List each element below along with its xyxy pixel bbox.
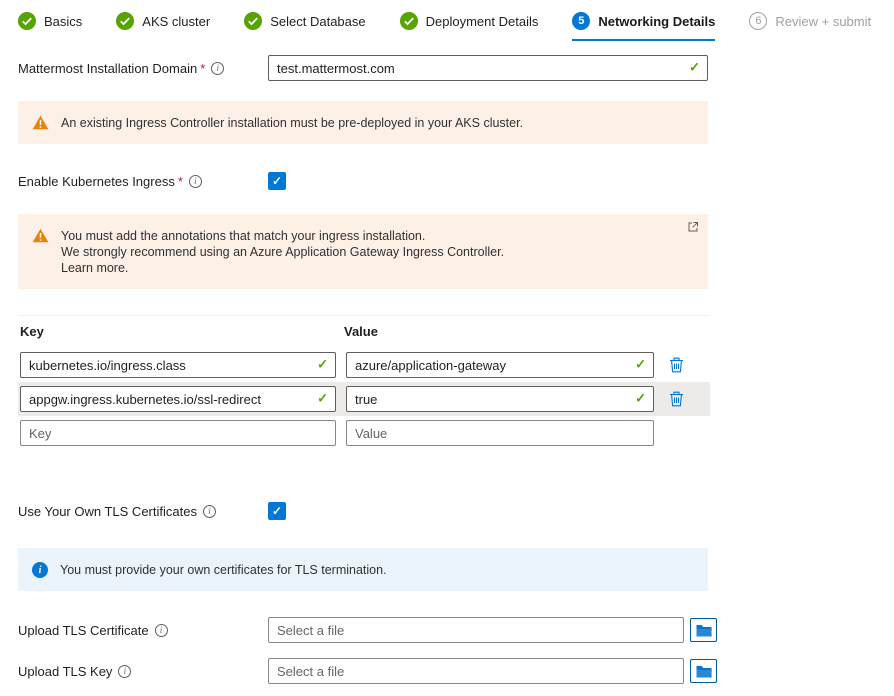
- enable-ingress-label: Enable Kubernetes Ingress * i: [18, 174, 268, 189]
- annotation-key-input-empty[interactable]: [20, 420, 336, 446]
- step-number-badge: 6: [749, 12, 767, 30]
- tab-label: Deployment Details: [426, 14, 539, 29]
- tab-networking-details[interactable]: 5 Networking Details: [572, 12, 715, 41]
- info-glyph: i: [124, 667, 127, 676]
- info-icon[interactable]: i: [118, 665, 131, 678]
- popout-icon[interactable]: [688, 222, 698, 232]
- enable-ingress-row: Enable Kubernetes Ingress * i ✓: [18, 172, 894, 190]
- tls-certificate-file-input[interactable]: [268, 617, 684, 643]
- annotation-key-input[interactable]: [20, 386, 336, 412]
- value-input-wrap: ✓: [346, 386, 654, 412]
- annotation-value-input[interactable]: [346, 352, 654, 378]
- tab-review-submit[interactable]: 6 Review + submit: [749, 12, 871, 41]
- warning-line-1: You must add the annotations that match …: [61, 228, 504, 244]
- warning-triangle-icon: [32, 114, 49, 130]
- info-glyph: i: [39, 565, 42, 576]
- domain-input[interactable]: [268, 55, 708, 81]
- label-text: Upload TLS Certificate: [18, 623, 149, 638]
- delete-row-button[interactable]: [666, 355, 687, 375]
- tab-label: Review + submit: [775, 14, 871, 29]
- check-circle-icon: [400, 12, 418, 30]
- info-icon[interactable]: i: [211, 62, 224, 75]
- check-circle-icon: [18, 12, 36, 30]
- check-circle-icon: [116, 12, 134, 30]
- annotation-key-input[interactable]: [20, 352, 336, 378]
- checkbox-check-icon: ✓: [272, 175, 282, 187]
- browse-file-button[interactable]: [690, 659, 717, 683]
- upload-key-row: Upload TLS Key i: [18, 658, 894, 684]
- key-input-wrap: ✓: [20, 352, 336, 378]
- table-row-empty: [18, 416, 710, 450]
- info-glyph: i: [208, 507, 211, 516]
- ingress-warning-banner: An existing Ingress Controller installat…: [18, 101, 708, 144]
- wizard-tabs: Basics AKS cluster Select Database Deplo…: [0, 0, 894, 41]
- annotation-value-input-empty[interactable]: [346, 420, 654, 446]
- info-text: You must provide your own certificates f…: [60, 561, 387, 578]
- learn-more-link[interactable]: Learn more.: [61, 260, 504, 276]
- required-asterisk: *: [178, 174, 183, 189]
- upload-cert-row: Upload TLS Certificate i: [18, 617, 894, 643]
- info-icon[interactable]: i: [155, 624, 168, 637]
- info-icon[interactable]: i: [203, 505, 216, 518]
- step-number-badge: 5: [572, 12, 590, 30]
- info-icon[interactable]: i: [189, 175, 202, 188]
- warning-text: An existing Ingress Controller installat…: [61, 114, 523, 131]
- check-circle-icon: [244, 12, 262, 30]
- annotations-table-header: Key Value: [18, 315, 710, 348]
- tab-aks-cluster[interactable]: AKS cluster: [116, 12, 210, 41]
- table-row: ✓ ✓: [18, 348, 710, 382]
- tab-label: AKS cluster: [142, 14, 210, 29]
- domain-field-label: Mattermost Installation Domain * i: [18, 61, 268, 76]
- tab-deployment-details[interactable]: Deployment Details: [400, 12, 539, 41]
- tls-key-file-input[interactable]: [268, 658, 684, 684]
- label-text: Use Your Own TLS Certificates: [18, 504, 197, 519]
- upload-cert-label: Upload TLS Certificate i: [18, 623, 268, 638]
- warning-triangle-icon: [32, 227, 49, 243]
- tab-label: Select Database: [270, 14, 365, 29]
- tls-toggle-row: Use Your Own TLS Certificates i ✓: [18, 502, 894, 520]
- label-text: Mattermost Installation Domain: [18, 61, 197, 76]
- annotations-table: Key Value ✓ ✓ ✓ ✓: [18, 315, 710, 450]
- tls-toggle-label: Use Your Own TLS Certificates i: [18, 504, 268, 519]
- required-asterisk: *: [200, 61, 205, 76]
- checkbox-check-icon: ✓: [272, 505, 282, 517]
- domain-field-row: Mattermost Installation Domain * i ✓: [18, 55, 894, 81]
- tab-label: Basics: [44, 14, 82, 29]
- enable-ingress-checkbox[interactable]: ✓: [268, 172, 286, 190]
- value-input-wrap: ✓: [346, 352, 654, 378]
- warning-line-2: We strongly recommend using an Azure App…: [61, 244, 504, 260]
- tls-info-banner: i You must provide your own certificates…: [18, 548, 708, 591]
- delete-row-button[interactable]: [666, 389, 687, 409]
- key-column-header: Key: [20, 324, 344, 339]
- browse-file-button[interactable]: [690, 618, 717, 642]
- info-glyph: i: [216, 64, 219, 73]
- info-circle-icon: i: [32, 561, 48, 578]
- label-text: Upload TLS Key: [18, 664, 112, 679]
- info-glyph: i: [194, 177, 197, 186]
- tls-certificates-checkbox[interactable]: ✓: [268, 502, 286, 520]
- table-row: ✓ ✓: [18, 382, 710, 416]
- annotations-warning-banner: You must add the annotations that match …: [18, 214, 708, 289]
- tab-basics[interactable]: Basics: [18, 12, 82, 41]
- info-glyph: i: [160, 626, 163, 635]
- key-input-wrap: ✓: [20, 386, 336, 412]
- value-column-header: Value: [344, 324, 378, 339]
- tab-label: Networking Details: [598, 14, 715, 29]
- warning-text-block: You must add the annotations that match …: [61, 227, 504, 276]
- networking-details-page: Basics AKS cluster Select Database Deplo…: [0, 0, 894, 696]
- domain-input-wrap: ✓: [268, 55, 708, 81]
- label-text: Enable Kubernetes Ingress: [18, 174, 175, 189]
- tab-select-database[interactable]: Select Database: [244, 12, 365, 41]
- annotation-value-input[interactable]: [346, 386, 654, 412]
- upload-key-label: Upload TLS Key i: [18, 664, 268, 679]
